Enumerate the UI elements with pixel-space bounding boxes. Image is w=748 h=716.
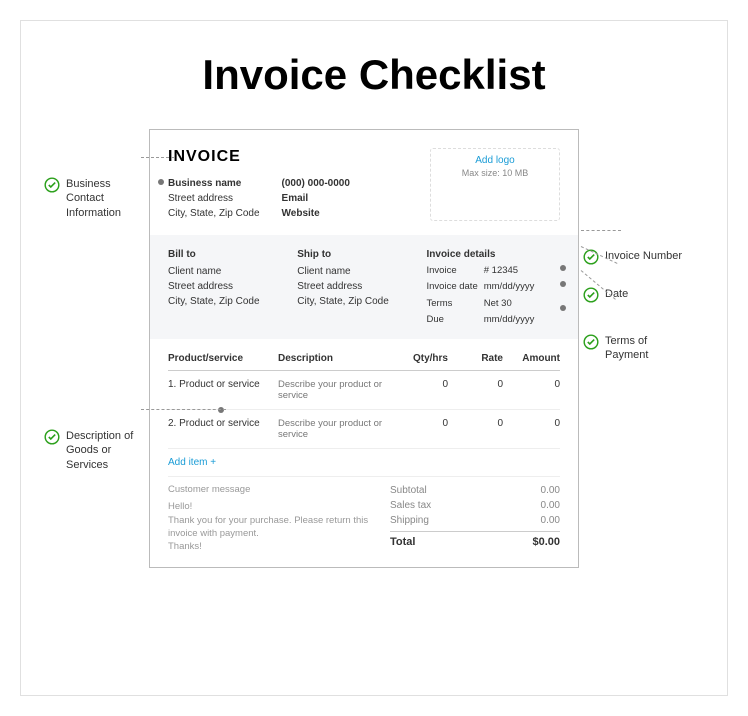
col-product: Product/service — [168, 353, 278, 364]
col-amount: Amount — [503, 353, 560, 364]
connector-line — [141, 157, 174, 158]
add-logo-label: Add logo — [435, 155, 555, 166]
line-item: 1. Product or service Describe your prod… — [168, 371, 560, 410]
bill-to-street: Street address — [168, 279, 279, 294]
ship-to-name: Client name — [297, 264, 408, 279]
connector-line — [581, 230, 621, 231]
terms-value: Net 30 — [484, 297, 560, 311]
col-rate: Rate — [448, 353, 503, 364]
callout-label: Terms of Payment — [605, 334, 690, 363]
callout-label: Business Contact Information — [66, 177, 145, 220]
invoice-num-value: # 12345 — [484, 264, 560, 278]
details-head: Invoice details — [427, 247, 561, 262]
connector-dot — [560, 305, 566, 311]
business-info: Business name Street address City, State… — [168, 176, 350, 221]
bill-to-city: City, State, Zip Code — [168, 294, 279, 309]
col-description: Description — [278, 353, 393, 364]
check-icon — [583, 334, 599, 350]
check-icon — [583, 287, 599, 303]
connector-dot — [560, 265, 566, 271]
callout-label: Description of Goods or Services — [66, 429, 145, 472]
business-street: Street address — [168, 191, 260, 206]
callout-label: Invoice Number — [605, 249, 682, 263]
invoice-footer: Customer message Hello! Thank you for yo… — [168, 483, 560, 553]
page-title: Invoice Checklist — [41, 51, 707, 99]
due-value: mm/dd/yyyy — [484, 313, 560, 327]
invoice-num-label: Invoice — [427, 264, 478, 278]
line-items-header: Product/service Description Qty/hrs Rate… — [168, 343, 560, 371]
logo-max-size: Max size: 10 MB — [435, 168, 555, 178]
callout-invoice-number: Invoice Number — [583, 249, 682, 265]
ship-to-head: Ship to — [297, 247, 408, 262]
check-icon — [44, 177, 60, 193]
invoice-date-label: Invoice date — [427, 280, 478, 294]
connector-dot — [218, 407, 224, 413]
callout-business-contact: Business Contact Information — [44, 177, 145, 220]
connector-dot — [560, 281, 566, 287]
connector-line — [141, 409, 226, 410]
due-label: Due — [427, 313, 478, 327]
business-email: Email — [282, 191, 350, 206]
bill-to-name: Client name — [168, 264, 279, 279]
connector-dot — [158, 179, 164, 185]
callout-date: Date — [583, 287, 628, 303]
terms-label: Terms — [427, 297, 478, 311]
add-item-link[interactable]: Add item + — [168, 449, 560, 477]
customer-message-body: Hello! Thank you for your purchase. Plea… — [168, 500, 378, 553]
totals: Subtotal0.00 Sales tax0.00 Shipping0.00 … — [390, 483, 560, 553]
bill-to-head: Bill to — [168, 247, 279, 262]
invoice-date-value: mm/dd/yyyy — [484, 280, 560, 294]
invoice-template: INVOICE Business name Street address Cit… — [149, 129, 579, 568]
line-item: 2. Product or service Describe your prod… — [168, 410, 560, 449]
col-qty: Qty/hrs — [393, 353, 448, 364]
callout-description-goods: Description of Goods or Services — [44, 429, 145, 472]
invoice-details-section: Bill to Client name Street address City,… — [150, 235, 578, 339]
callout-terms: Terms of Payment — [583, 334, 690, 363]
customer-message-head: Customer message — [168, 483, 378, 496]
invoice-heading: INVOICE — [168, 148, 350, 166]
ship-to-city: City, State, Zip Code — [297, 294, 408, 309]
ship-to-street: Street address — [297, 279, 408, 294]
business-city: City, State, Zip Code — [168, 206, 260, 221]
content-row: Business Contact Information Description… — [41, 129, 707, 568]
page-frame: Invoice Checklist Business Contact Infor… — [20, 20, 728, 696]
business-name: Business name — [168, 176, 260, 191]
business-website: Website — [282, 206, 350, 221]
business-phone: (000) 000-0000 — [282, 176, 350, 191]
add-logo-box[interactable]: Add logo Max size: 10 MB — [430, 148, 560, 221]
check-icon — [44, 429, 60, 445]
